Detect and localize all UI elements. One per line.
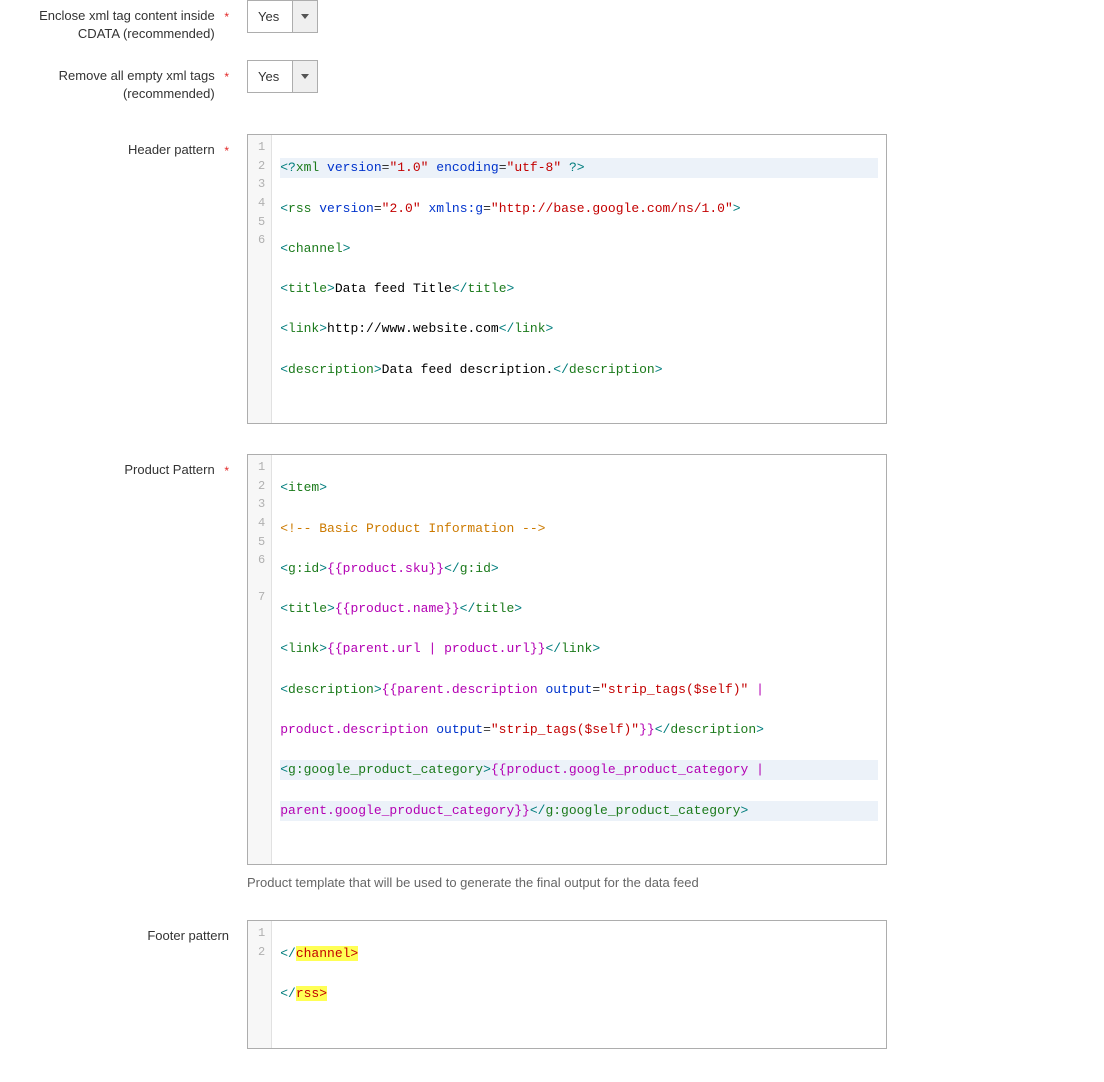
enclose-cdata-select[interactable]: Yes	[247, 0, 318, 33]
required-marker: *	[224, 70, 229, 84]
remove-empty-select[interactable]: Yes	[247, 60, 318, 93]
editor-code: <item> <!-- Basic Product Information --…	[272, 455, 886, 864]
chevron-down-icon	[292, 0, 318, 33]
header-pattern-label: Header pattern *	[0, 134, 247, 159]
product-pattern-label: Product Pattern *	[0, 454, 247, 479]
editor-code: </channel> </rss>	[272, 921, 886, 1048]
header-pattern-editor[interactable]: 123456 <?xml version="1.0" encoding="utf…	[247, 134, 887, 424]
chevron-down-icon	[292, 60, 318, 93]
remove-empty-value: Yes	[247, 60, 292, 93]
required-marker: *	[224, 144, 229, 158]
enclose-cdata-label: Enclose xml tag content inside CDATA (re…	[0, 0, 247, 42]
footer-pattern-label: Footer pattern	[0, 920, 247, 945]
required-marker: *	[224, 464, 229, 478]
editor-gutter: 12	[248, 921, 272, 1048]
enclose-cdata-value: Yes	[247, 0, 292, 33]
editor-code: <?xml version="1.0" encoding="utf-8" ?> …	[272, 135, 886, 423]
required-marker: *	[224, 10, 229, 24]
footer-pattern-editor[interactable]: 12 </channel> </rss>	[247, 920, 887, 1049]
editor-gutter: 123456	[248, 135, 272, 423]
remove-empty-label: Remove all empty xml tags (recommended) …	[0, 60, 247, 102]
product-pattern-hint: Product template that will be used to ge…	[247, 875, 900, 890]
product-pattern-editor[interactable]: 123456 7 <item> <!-- Basic Product Infor…	[247, 454, 887, 865]
editor-gutter: 123456 7	[248, 455, 272, 864]
